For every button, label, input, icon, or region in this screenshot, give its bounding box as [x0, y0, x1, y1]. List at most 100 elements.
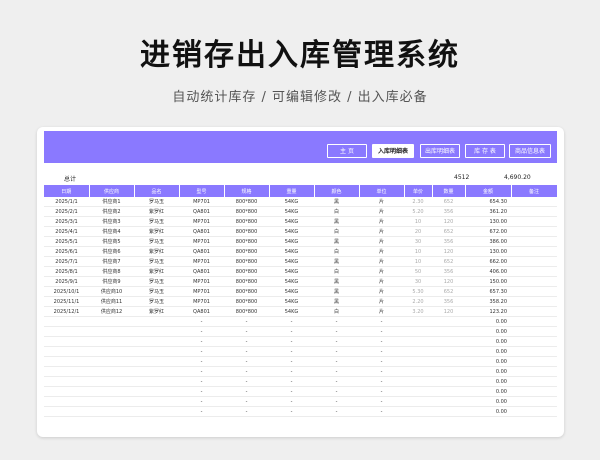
table-cell[interactable]: 2.30	[404, 197, 432, 207]
table-cell[interactable]: -	[269, 366, 314, 377]
table-cell[interactable]: 罗马玉	[134, 286, 179, 297]
table-cell[interactable]: 54KG	[269, 216, 314, 227]
table-cell[interactable]	[44, 346, 89, 357]
table-cell[interactable]	[44, 336, 89, 347]
table-cell[interactable]	[432, 346, 465, 357]
table-cell[interactable]: 黑	[314, 276, 359, 287]
table-cell[interactable]: 130.00	[465, 216, 511, 227]
table-cell[interactable]: 652	[432, 256, 465, 267]
table-cell[interactable]	[511, 406, 557, 417]
table-cell[interactable]: 片	[359, 306, 404, 317]
table-cell[interactable]: 358.20	[465, 296, 511, 307]
column-header[interactable]: 数量	[432, 185, 466, 197]
table-cell[interactable]: 800*800	[224, 197, 269, 207]
table-cell[interactable]	[89, 356, 134, 367]
table-cell[interactable]: 2025/11/1	[44, 296, 89, 307]
table-cell[interactable]: 片	[359, 256, 404, 267]
table-cell[interactable]	[511, 386, 557, 397]
table-cell[interactable]	[511, 316, 557, 327]
table-cell[interactable]: -	[314, 386, 359, 397]
table-cell[interactable]: -	[359, 396, 404, 407]
table-cell[interactable]	[432, 396, 465, 407]
table-cell[interactable]: 片	[359, 216, 404, 227]
nav-outbound-detail-button[interactable]: 出库明细表	[420, 144, 460, 158]
table-cell[interactable]: 白	[314, 306, 359, 317]
table-cell[interactable]	[404, 316, 432, 327]
table-cell[interactable]	[44, 386, 89, 397]
column-header[interactable]: 品名	[134, 185, 180, 197]
table-cell[interactable]: 片	[359, 296, 404, 307]
table-cell[interactable]: MP701	[179, 276, 224, 287]
table-cell[interactable]: 54KG	[269, 286, 314, 297]
table-cell[interactable]	[134, 336, 179, 347]
table-cell[interactable]: QA801	[179, 266, 224, 277]
table-cell[interactable]: 供应商1	[89, 197, 134, 207]
table-cell[interactable]	[432, 386, 465, 397]
table-cell[interactable]: 2025/5/1	[44, 236, 89, 247]
table-cell[interactable]	[44, 376, 89, 387]
table-cell[interactable]	[511, 197, 557, 207]
table-cell[interactable]: -	[359, 366, 404, 377]
table-cell[interactable]: 罗马玉	[134, 197, 179, 207]
table-cell[interactable]: -	[359, 376, 404, 387]
table-cell[interactable]: 662.00	[465, 256, 511, 267]
table-cell[interactable]: 紫罗红	[134, 206, 179, 217]
table-cell[interactable]: MP701	[179, 286, 224, 297]
table-cell[interactable]: 356	[432, 296, 465, 307]
table-cell[interactable]: 652	[432, 226, 465, 237]
table-cell[interactable]	[44, 366, 89, 377]
table-cell[interactable]: -	[224, 376, 269, 387]
table-cell[interactable]: 800*800	[224, 306, 269, 317]
table-cell[interactable]: 0.00	[465, 366, 511, 377]
table-cell[interactable]	[89, 386, 134, 397]
table-cell[interactable]	[511, 286, 557, 297]
table-cell[interactable]: 供应商5	[89, 236, 134, 247]
table-cell[interactable]	[511, 336, 557, 347]
table-cell[interactable]: 0.00	[465, 326, 511, 337]
table-cell[interactable]: -	[224, 386, 269, 397]
table-cell[interactable]: 供应商10	[89, 286, 134, 297]
table-cell[interactable]: QA801	[179, 246, 224, 257]
table-cell[interactable]: 0.00	[465, 356, 511, 367]
table-cell[interactable]: 罗马玉	[134, 236, 179, 247]
table-cell[interactable]: 800*800	[224, 236, 269, 247]
table-cell[interactable]	[432, 336, 465, 347]
table-cell[interactable]	[511, 326, 557, 337]
table-cell[interactable]: 0.00	[465, 386, 511, 397]
table-cell[interactable]	[134, 366, 179, 377]
table-cell[interactable]: 黑	[314, 256, 359, 267]
table-cell[interactable]: 10	[404, 216, 432, 227]
table-cell[interactable]	[511, 356, 557, 367]
table-cell[interactable]: -	[179, 396, 224, 407]
table-cell[interactable]: 片	[359, 286, 404, 297]
table-cell[interactable]: 54KG	[269, 246, 314, 257]
table-cell[interactable]: 652	[432, 197, 465, 207]
table-cell[interactable]: 片	[359, 276, 404, 287]
table-cell[interactable]: 800*800	[224, 256, 269, 267]
table-cell[interactable]	[511, 396, 557, 407]
table-cell[interactable]: 片	[359, 197, 404, 207]
table-cell[interactable]: 356	[432, 206, 465, 217]
table-cell[interactable]	[404, 396, 432, 407]
table-cell[interactable]: 800*800	[224, 276, 269, 287]
table-cell[interactable]: 2025/9/1	[44, 276, 89, 287]
table-cell[interactable]: 10	[404, 246, 432, 257]
table-cell[interactable]	[511, 346, 557, 357]
table-cell[interactable]: -	[314, 326, 359, 337]
table-cell[interactable]: -	[179, 376, 224, 387]
table-cell[interactable]: 10	[404, 256, 432, 267]
table-cell[interactable]	[134, 396, 179, 407]
table-cell[interactable]	[404, 386, 432, 397]
table-cell[interactable]: -	[224, 336, 269, 347]
table-cell[interactable]	[404, 366, 432, 377]
table-cell[interactable]	[432, 326, 465, 337]
table-cell[interactable]: 2025/12/1	[44, 306, 89, 317]
table-cell[interactable]: 356	[432, 236, 465, 247]
table-cell[interactable]: 供应商6	[89, 246, 134, 257]
table-cell[interactable]	[89, 316, 134, 327]
table-cell[interactable]: 紫罗红	[134, 266, 179, 277]
table-cell[interactable]: 657.30	[465, 286, 511, 297]
table-cell[interactable]: 黑	[314, 286, 359, 297]
table-cell[interactable]: 片	[359, 206, 404, 217]
table-cell[interactable]: -	[359, 326, 404, 337]
